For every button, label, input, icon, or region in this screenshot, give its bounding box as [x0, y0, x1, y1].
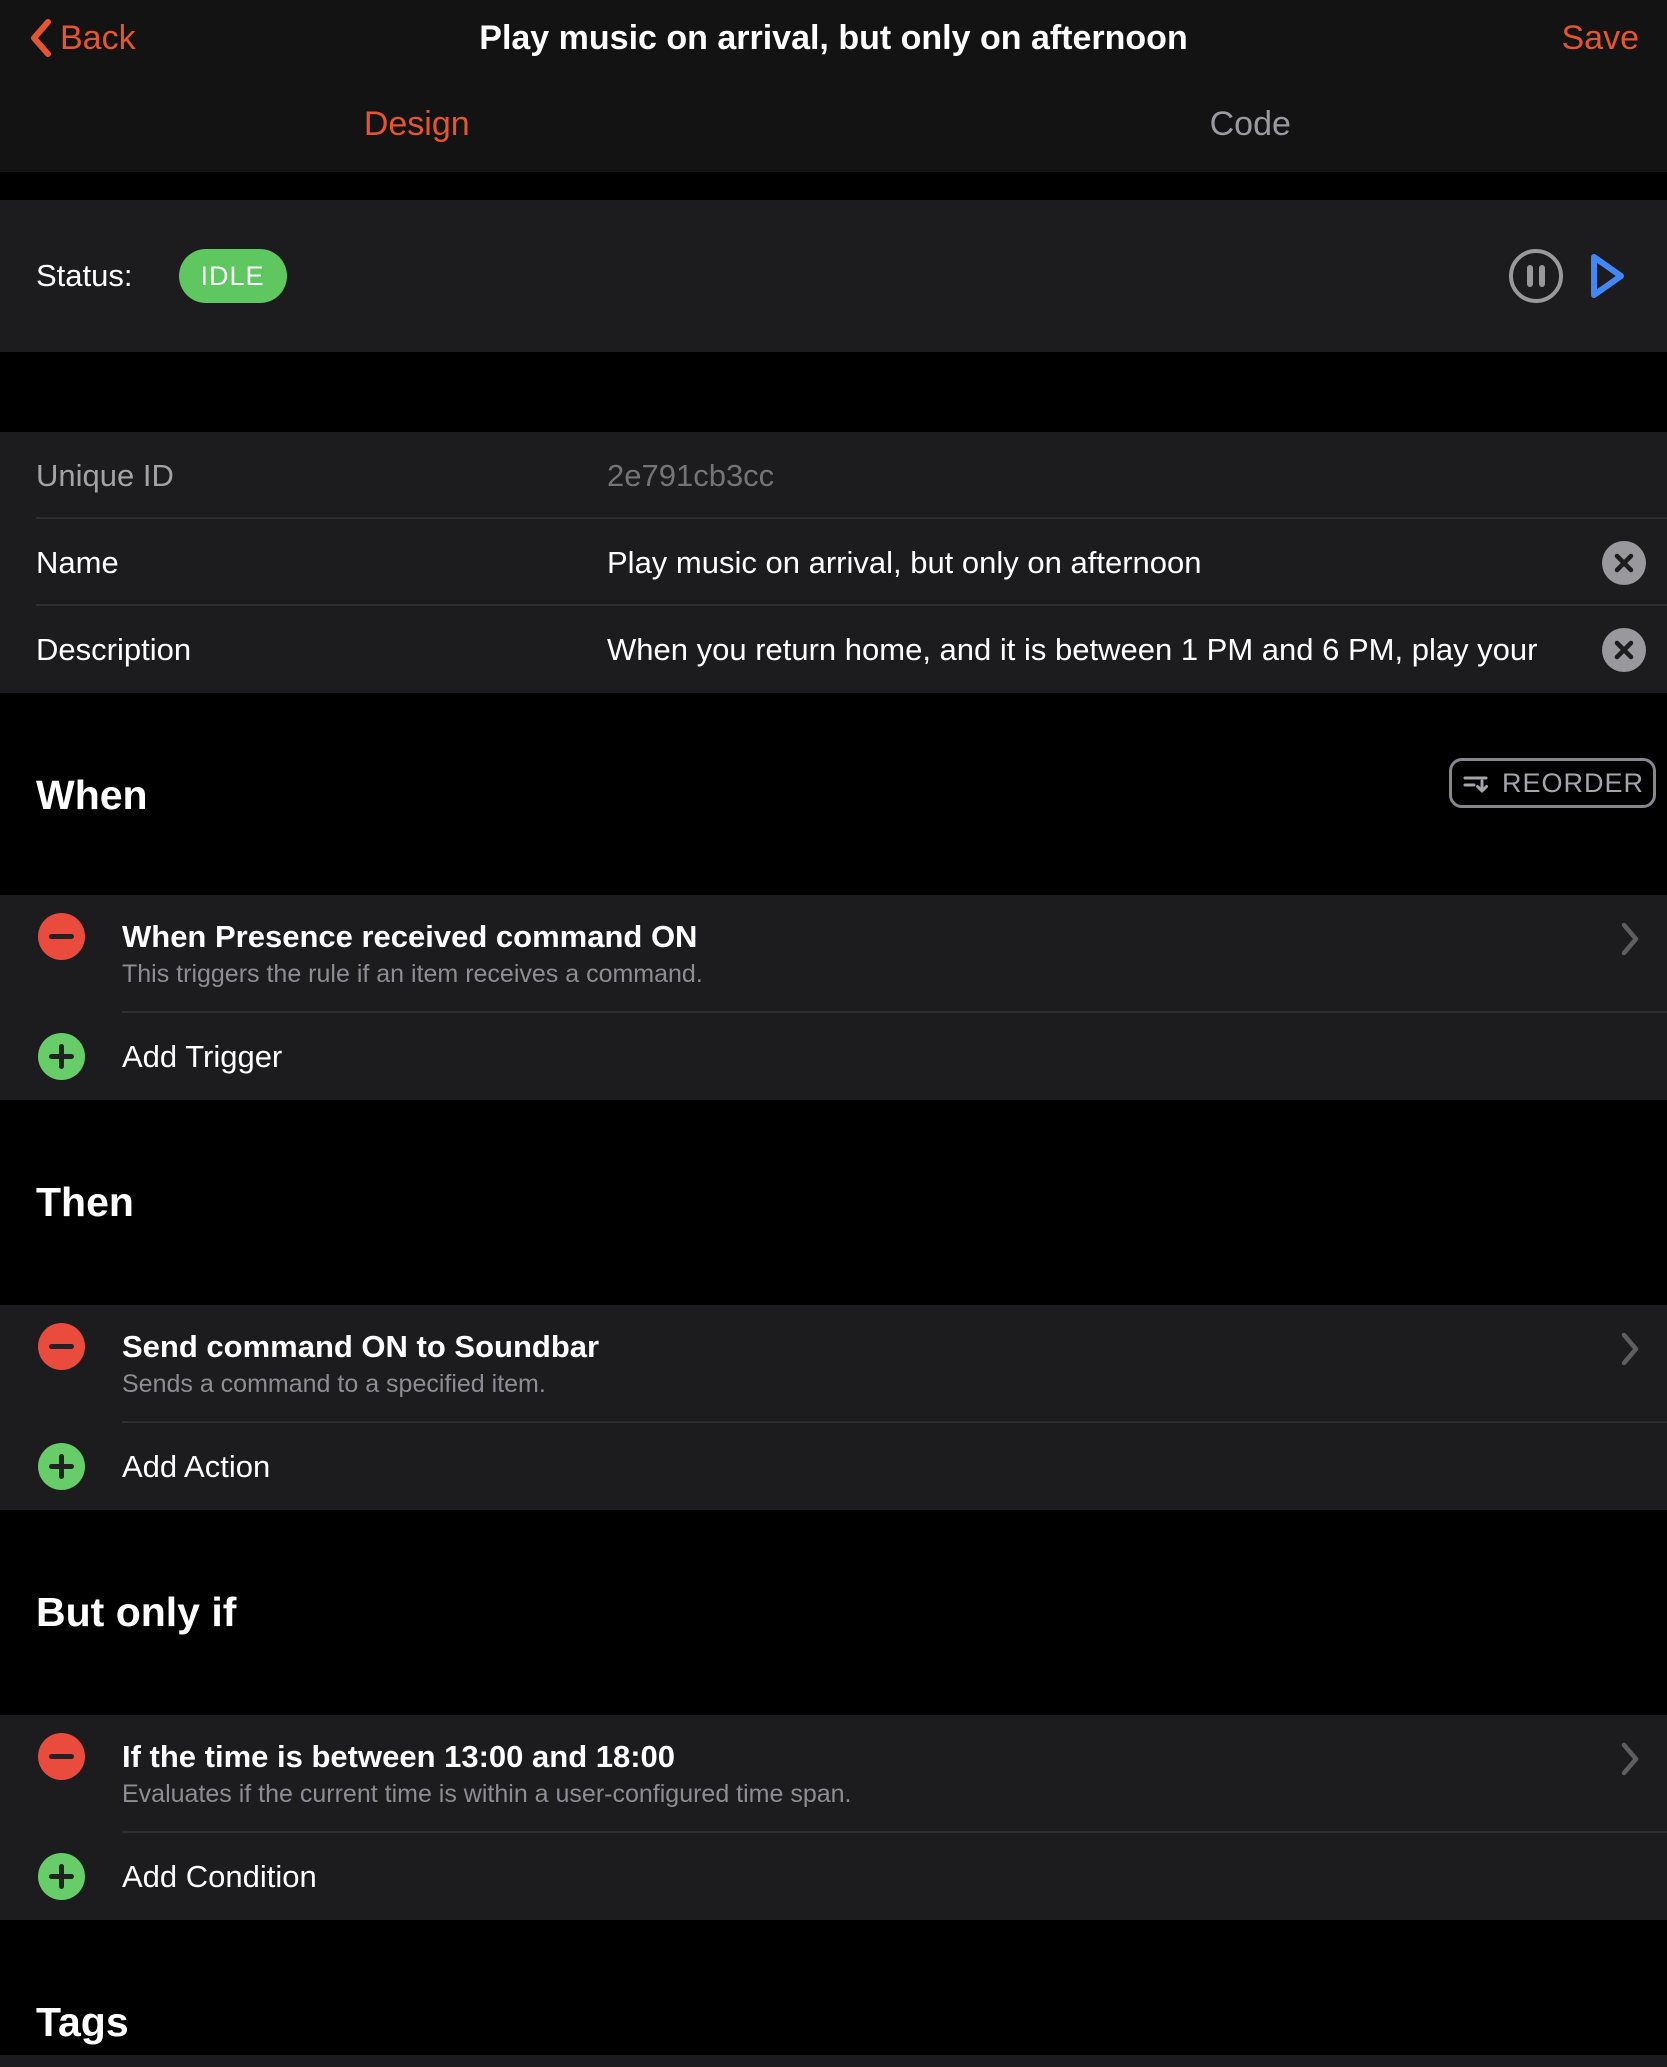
add-action-row[interactable]: Add Action [0, 1423, 1667, 1510]
chevron-right-icon [1619, 919, 1641, 964]
spacer [0, 172, 1667, 200]
status-badge: IDLE [179, 249, 287, 303]
name-label: Name [36, 545, 119, 581]
spacer [0, 352, 1667, 432]
description-input[interactable]: When you return home, and it is between … [607, 606, 1667, 693]
unique-id-value: 2e791cb3cc [607, 432, 1667, 519]
trigger-title: When Presence received command ON [122, 917, 697, 957]
plus-icon [38, 1853, 85, 1900]
unique-id-row: Unique ID 2e791cb3cc [0, 432, 1667, 519]
action-title: Send command ON to Soundbar [122, 1327, 599, 1367]
save-button[interactable]: Save [1562, 19, 1640, 58]
remove-action-button[interactable] [38, 1323, 85, 1370]
reorder-button[interactable]: REORDER [1449, 758, 1656, 808]
description-label: Description [36, 632, 191, 668]
x-circle-icon [1613, 639, 1635, 661]
condition-title: If the time is between 13:00 and 18:00 [122, 1737, 675, 1777]
chevron-left-icon [28, 18, 54, 58]
name-row: Name Play music on arrival, but only on … [0, 519, 1667, 606]
page-title: Play music on arrival, but only on after… [0, 19, 1667, 58]
minus-icon [49, 1344, 74, 1349]
condition-card: If the time is between 13:00 and 18:00 E… [0, 1715, 1667, 1920]
condition-row[interactable]: If the time is between 13:00 and 18:00 E… [0, 1715, 1667, 1833]
then-section-header: Then [0, 1100, 1667, 1305]
trigger-card: When Presence received command ON This t… [0, 895, 1667, 1100]
status-controls [1507, 247, 1631, 305]
run-button[interactable] [1581, 248, 1631, 304]
when-heading: When [36, 771, 148, 819]
tab-design[interactable]: Design [0, 76, 834, 172]
then-heading: Then [36, 1178, 134, 1226]
chevron-right-icon [1619, 1329, 1641, 1374]
minus-icon [49, 1754, 74, 1759]
reorder-icon [1461, 768, 1491, 798]
status-label: Status: [36, 258, 133, 294]
when-section-header: When REORDER [0, 693, 1667, 895]
minus-icon [49, 934, 74, 939]
trigger-row[interactable]: When Presence received command ON This t… [0, 895, 1667, 1013]
add-action-label: Add Action [122, 1449, 270, 1485]
plus-icon [38, 1443, 85, 1490]
tags-section-header: Tags [0, 1920, 1667, 2055]
description-row: Description When you return home, and it… [0, 606, 1667, 693]
header: Back Play music on arrival, but only on … [0, 0, 1667, 172]
trigger-subtitle: This triggers the rule if an item receiv… [122, 957, 703, 991]
add-trigger-row[interactable]: Add Trigger [0, 1013, 1667, 1100]
remove-condition-button[interactable] [38, 1733, 85, 1780]
condition-section-header: But only if [0, 1510, 1667, 1715]
clear-name-button[interactable] [1602, 541, 1646, 585]
x-circle-icon [1613, 552, 1635, 574]
tags-heading: Tags [36, 1998, 129, 2046]
condition-subtitle: Evaluates if the current time is within … [122, 1777, 852, 1811]
rule-details-card: Unique ID 2e791cb3cc Name Play music on … [0, 432, 1667, 693]
tab-code[interactable]: Code [834, 76, 1667, 172]
plus-icon [38, 1033, 85, 1080]
action-row[interactable]: Send command ON to Soundbar Sends a comm… [0, 1305, 1667, 1423]
clear-description-button[interactable] [1602, 628, 1646, 672]
back-label: Back [60, 19, 136, 58]
status-card: Status: IDLE [0, 200, 1667, 352]
add-condition-label: Add Condition [122, 1859, 317, 1895]
but-only-if-heading: But only if [36, 1588, 236, 1636]
navbar: Back Play music on arrival, but only on … [0, 0, 1667, 76]
rule-editor-screen: Back Play music on arrival, but only on … [0, 0, 1667, 2067]
remove-trigger-button[interactable] [38, 913, 85, 960]
back-button[interactable]: Back [28, 18, 136, 58]
tags-card-partial [0, 2055, 1667, 2067]
tab-bar: Design Code [0, 76, 1667, 172]
pause-icon [1507, 247, 1565, 305]
unique-id-label: Unique ID [36, 458, 174, 494]
action-subtitle: Sends a command to a specified item. [122, 1367, 546, 1401]
add-condition-row[interactable]: Add Condition [0, 1833, 1667, 1920]
reorder-label: REORDER [1502, 768, 1644, 799]
name-input[interactable]: Play music on arrival, but only on after… [607, 519, 1667, 606]
action-card: Send command ON to Soundbar Sends a comm… [0, 1305, 1667, 1510]
chevron-right-icon [1619, 1739, 1641, 1784]
play-icon [1581, 248, 1631, 304]
add-trigger-label: Add Trigger [122, 1039, 282, 1075]
pause-button[interactable] [1507, 247, 1565, 305]
